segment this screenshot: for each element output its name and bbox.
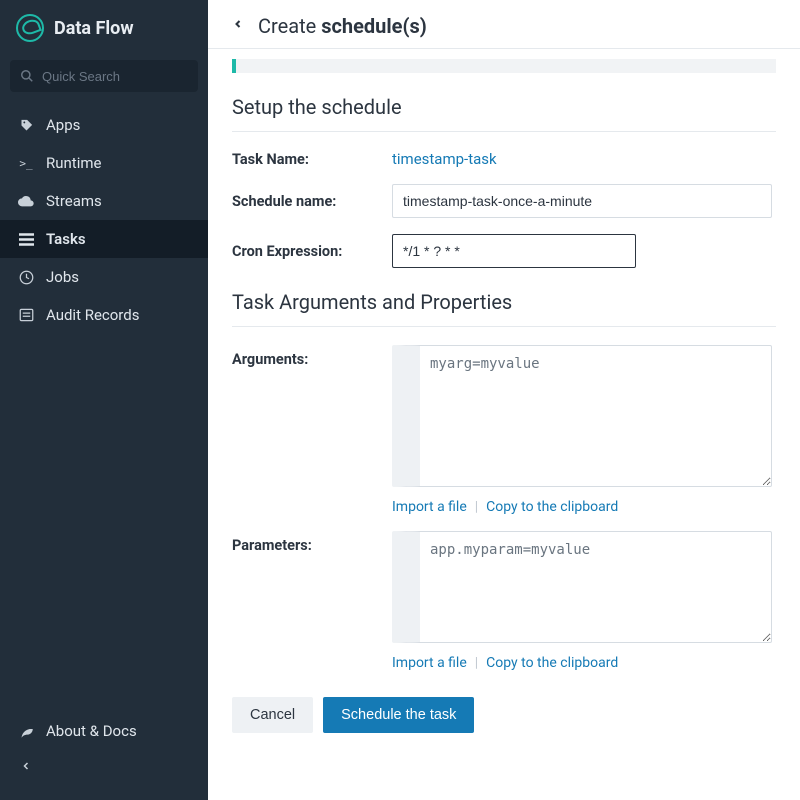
sidebar-item-jobs[interactable]: Jobs — [0, 258, 208, 296]
search-icon — [20, 68, 34, 84]
nav-label: Apps — [46, 116, 80, 134]
page-title: Create schedule(s) — [258, 14, 427, 38]
arguments-import-link[interactable]: Import a file — [392, 499, 467, 515]
arguments-copy-link[interactable]: Copy to the clipboard — [486, 499, 618, 515]
brand-name: Data Flow — [54, 18, 134, 39]
button-row: Cancel Schedule the task — [232, 687, 776, 733]
sidebar: Data Flow Apps >_ Runtime Streams — [0, 0, 208, 800]
nav-label: Runtime — [46, 154, 101, 172]
collapse-sidebar-button[interactable] — [0, 750, 208, 782]
info-banner — [232, 59, 776, 73]
parameters-copy-link[interactable]: Copy to the clipboard — [486, 655, 618, 671]
tag-icon — [18, 117, 34, 133]
cancel-button[interactable]: Cancel — [232, 697, 313, 733]
sidebar-item-audit[interactable]: Audit Records — [0, 296, 208, 334]
clock-icon — [18, 269, 34, 285]
parameters-actions: Import a file|Copy to the clipboard — [392, 655, 776, 671]
divider — [232, 131, 776, 132]
arguments-actions: Import a file|Copy to the clipboard — [392, 499, 776, 515]
search-input[interactable] — [42, 69, 188, 84]
page-header: Create schedule(s) — [208, 0, 800, 49]
sidebar-item-runtime[interactable]: >_ Runtime — [0, 144, 208, 182]
nav-list: Apps >_ Runtime Streams Tasks Jobs — [0, 106, 208, 700]
sidebar-item-tasks[interactable]: Tasks — [0, 220, 208, 258]
schedule-name-label: Schedule name: — [232, 193, 392, 210]
nav-label: About & Docs — [46, 722, 137, 740]
cron-label: Cron Expression: — [232, 243, 392, 260]
schedule-name-input[interactable] — [392, 184, 772, 218]
parameters-label: Parameters: — [232, 531, 392, 554]
sidebar-footer: About & Docs — [0, 700, 208, 800]
cloud-icon — [18, 193, 34, 209]
divider — [232, 326, 776, 327]
sidebar-item-apps[interactable]: Apps — [0, 106, 208, 144]
sidebar-item-about[interactable]: About & Docs — [0, 712, 208, 750]
quick-search[interactable] — [10, 60, 198, 92]
arguments-label: Arguments: — [232, 345, 392, 368]
sidebar-item-streams[interactable]: Streams — [0, 182, 208, 220]
schedule-button[interactable]: Schedule the task — [323, 697, 474, 733]
main-content: Create schedule(s) Setup the schedule Ta… — [208, 0, 800, 800]
list-icon — [18, 231, 34, 247]
brand-row: Data Flow — [0, 0, 208, 56]
parameters-textarea[interactable]: app.myparam=myvalue — [392, 531, 772, 643]
nav-label: Audit Records — [46, 306, 139, 324]
section-setup-title: Setup the schedule — [232, 95, 776, 119]
chevron-left-icon — [18, 758, 34, 774]
records-icon — [18, 307, 34, 323]
parameters-import-link[interactable]: Import a file — [392, 655, 467, 671]
section-args-title: Task Arguments and Properties — [232, 290, 776, 314]
arguments-textarea[interactable]: myarg=myvalue — [392, 345, 772, 487]
nav-label: Streams — [46, 192, 102, 210]
brand-logo-icon — [16, 14, 44, 42]
task-name-link[interactable]: timestamp-task — [392, 150, 776, 168]
leaf-icon — [18, 723, 34, 739]
nav-label: Tasks — [46, 230, 86, 248]
cron-input[interactable] — [392, 234, 636, 268]
nav-label: Jobs — [46, 268, 79, 286]
back-button[interactable] — [232, 16, 244, 37]
task-name-label: Task Name: — [232, 151, 392, 168]
terminal-icon: >_ — [18, 155, 34, 171]
